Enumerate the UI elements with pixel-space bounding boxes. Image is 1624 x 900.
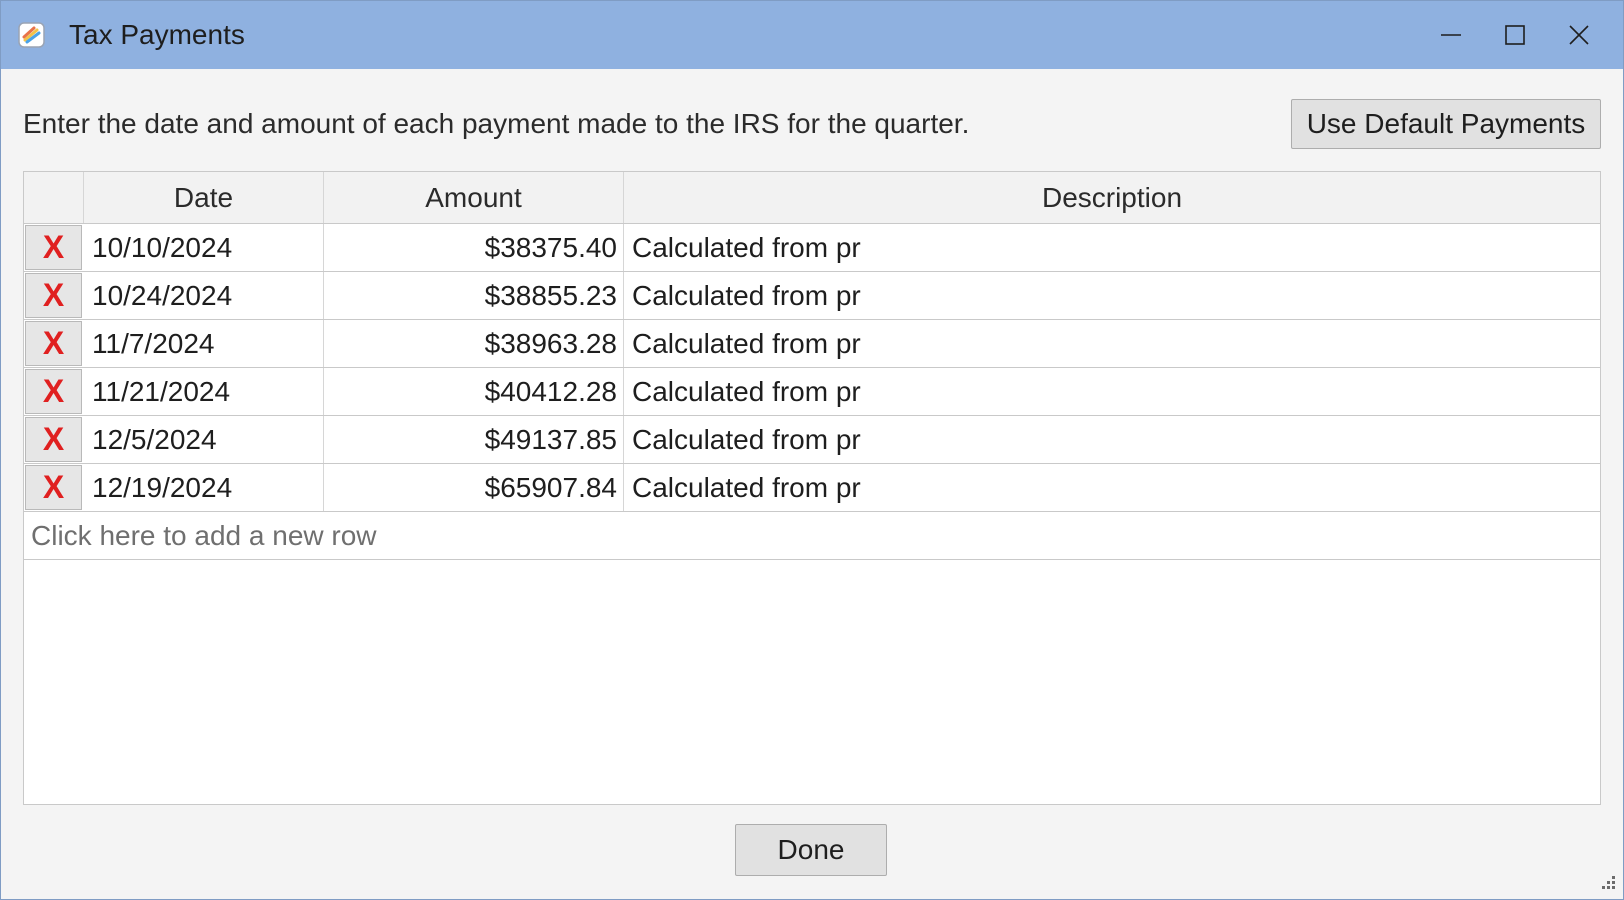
done-button[interactable]: Done	[735, 824, 887, 876]
close-button[interactable]	[1547, 1, 1611, 69]
date-cell[interactable]: 12/5/2024	[84, 416, 324, 463]
use-default-payments-button[interactable]: Use Default Payments	[1291, 99, 1601, 149]
table-row[interactable]: X 11/21/2024 $40412.28 Calculated from p…	[24, 368, 1600, 416]
grid-header: Date Amount Description	[24, 172, 1600, 224]
table-row[interactable]: X 10/24/2024 $38855.23 Calculated from p…	[24, 272, 1600, 320]
date-cell[interactable]: 10/10/2024	[84, 224, 324, 271]
instructions-text: Enter the date and amount of each paymen…	[23, 108, 970, 139]
description-cell[interactable]: Calculated from pr	[624, 320, 1600, 367]
table-row[interactable]: X 12/5/2024 $49137.85 Calculated from pr	[24, 416, 1600, 464]
delete-row-button[interactable]: X	[25, 369, 82, 414]
header-date[interactable]: Date	[84, 172, 324, 223]
header-delete-column	[24, 172, 84, 223]
description-cell[interactable]: Calculated from pr	[624, 272, 1600, 319]
minimize-icon	[1441, 34, 1461, 36]
table-row[interactable]: X 11/7/2024 $38963.28 Calculated from pr	[24, 320, 1600, 368]
delete-row-button[interactable]: X	[25, 417, 82, 462]
delete-row-button[interactable]: X	[25, 273, 82, 318]
table-row[interactable]: X 12/19/2024 $65907.84 Calculated from p…	[24, 464, 1600, 512]
description-cell[interactable]: Calculated from pr	[624, 416, 1600, 463]
app-icon	[18, 22, 45, 48]
date-cell[interactable]: 12/19/2024	[84, 464, 324, 511]
description-cell[interactable]: Calculated from pr	[624, 464, 1600, 511]
amount-cell[interactable]: $40412.28	[324, 368, 624, 415]
date-cell[interactable]: 11/21/2024	[84, 368, 324, 415]
delete-row-button[interactable]: X	[25, 225, 82, 270]
description-cell[interactable]: Calculated from pr	[624, 224, 1600, 271]
tax-payments-window: Tax Payments Enter the date and amount o…	[0, 0, 1624, 900]
payments-grid: Date Amount Description X 10/10/2024 $38…	[23, 171, 1601, 805]
title-bar[interactable]: Tax Payments	[1, 1, 1623, 69]
minimize-button[interactable]	[1419, 1, 1483, 69]
resize-grip-icon[interactable]	[1597, 873, 1617, 893]
window-title: Tax Payments	[69, 19, 245, 50]
header-amount[interactable]: Amount	[324, 172, 624, 223]
maximize-button[interactable]	[1483, 1, 1547, 69]
add-new-row[interactable]: Click here to add a new row	[24, 512, 1600, 560]
amount-cell[interactable]: $38375.40	[324, 224, 624, 271]
amount-cell[interactable]: $65907.84	[324, 464, 624, 511]
table-row[interactable]: X 10/10/2024 $38375.40 Calculated from p…	[24, 224, 1600, 272]
amount-cell[interactable]: $49137.85	[324, 416, 624, 463]
maximize-icon	[1505, 25, 1525, 45]
date-cell[interactable]: 11/7/2024	[84, 320, 324, 367]
date-cell[interactable]: 10/24/2024	[84, 272, 324, 319]
delete-row-button[interactable]: X	[25, 465, 82, 510]
amount-cell[interactable]: $38963.28	[324, 320, 624, 367]
delete-row-button[interactable]: X	[25, 321, 82, 366]
amount-cell[interactable]: $38855.23	[324, 272, 624, 319]
close-icon	[1569, 25, 1589, 45]
header-description[interactable]: Description	[624, 172, 1600, 223]
description-cell[interactable]: Calculated from pr	[624, 368, 1600, 415]
